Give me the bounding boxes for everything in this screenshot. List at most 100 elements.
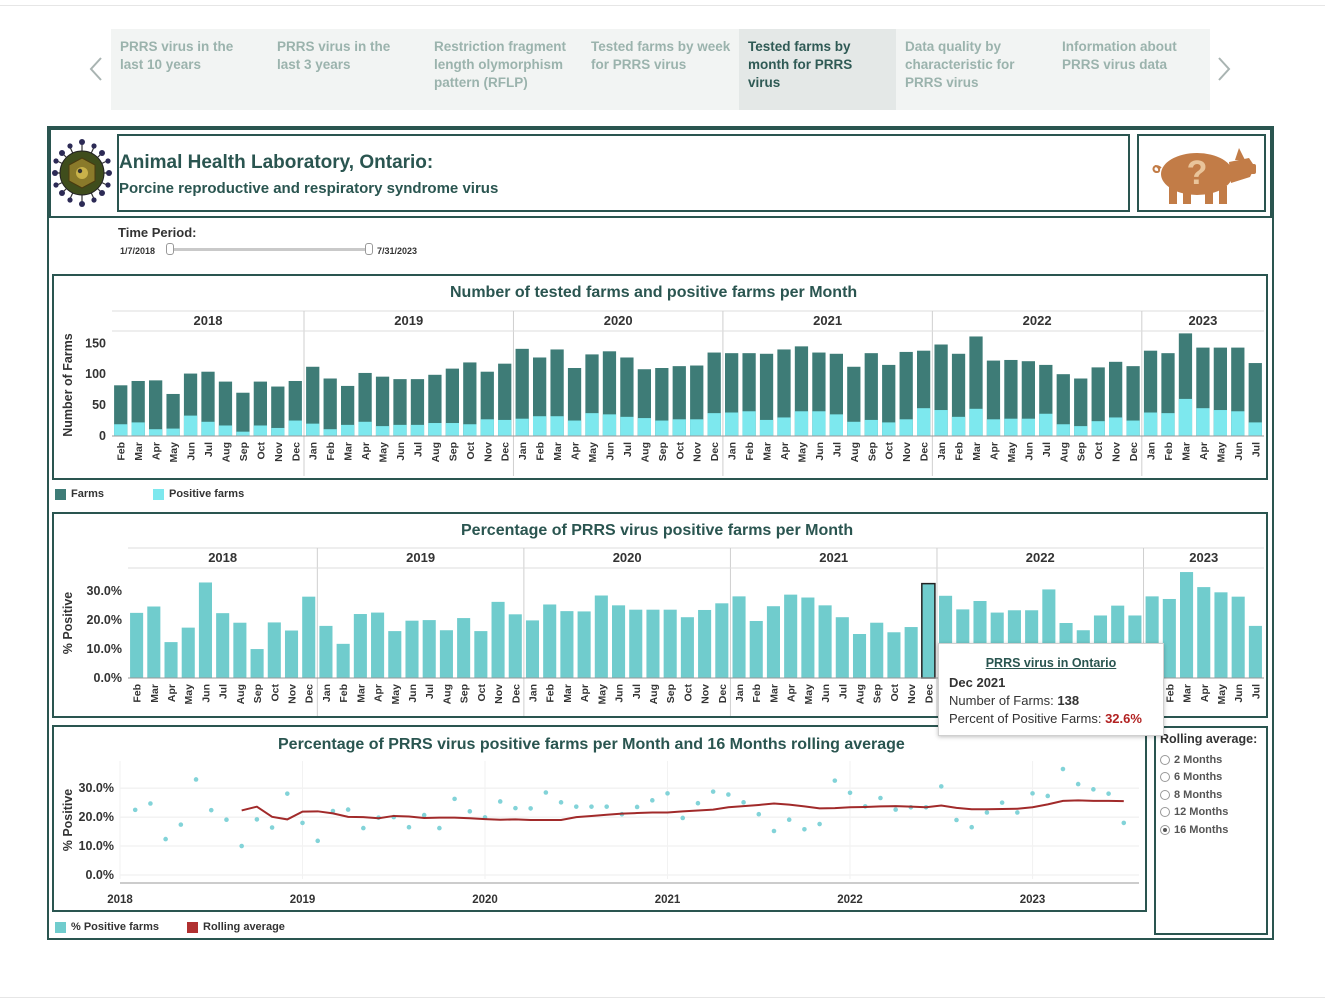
radio-icon[interactable] bbox=[1160, 772, 1170, 783]
rolling-option-8-months[interactable]: 8 Months bbox=[1160, 786, 1266, 804]
percent-bar bbox=[1231, 596, 1245, 678]
percent-positive-point bbox=[284, 791, 290, 796]
tooltip-title[interactable]: PRRS virus in Ontario bbox=[949, 656, 1153, 670]
tab-prrs-3-years[interactable]: PRRS virus in the last 3 years bbox=[268, 29, 425, 110]
positive-farms-bar bbox=[306, 423, 320, 436]
month-tick-label: Apr bbox=[360, 442, 372, 460]
percent-positive-point bbox=[239, 843, 244, 849]
positive-farms-bar bbox=[917, 408, 931, 436]
percent-positive-point bbox=[224, 817, 229, 823]
month-tick-label: Jun bbox=[1233, 442, 1245, 461]
month-tick-label: Apr bbox=[570, 442, 582, 460]
time-period-start-handle[interactable] bbox=[166, 243, 174, 255]
percent-bar bbox=[457, 618, 471, 678]
percent-bar bbox=[835, 617, 849, 678]
option-label: 2 Months bbox=[1174, 753, 1223, 766]
positive-farms-bar bbox=[882, 422, 896, 436]
time-period-end-handle[interactable] bbox=[365, 243, 373, 255]
percent-bar bbox=[336, 643, 350, 678]
percent-bar bbox=[887, 632, 901, 678]
percent-bar bbox=[164, 642, 178, 678]
y-tick-label: 50 bbox=[92, 398, 106, 412]
percent-bar bbox=[1162, 598, 1176, 678]
time-period-slider-track[interactable] bbox=[170, 248, 370, 251]
radio-icon[interactable] bbox=[1160, 807, 1170, 818]
y-tick-label: 30.0% bbox=[87, 584, 122, 598]
x-tick-label: 2021 bbox=[655, 894, 681, 906]
month-tick-label: May bbox=[1215, 442, 1227, 463]
percent-positive-point bbox=[665, 791, 670, 796]
month-tick-label: Mar bbox=[343, 442, 355, 461]
percent-bar bbox=[1197, 587, 1211, 678]
rolling-option-6-months[interactable]: 6 Months bbox=[1160, 769, 1266, 787]
percent-bar bbox=[198, 582, 212, 678]
percent-positive-point bbox=[741, 800, 746, 805]
month-tick-label: Jun bbox=[614, 684, 626, 703]
percent-positive-point bbox=[1106, 791, 1111, 796]
month-tick-label: Sep bbox=[665, 684, 677, 703]
percent-bar bbox=[646, 609, 660, 678]
month-tick-label: May bbox=[1006, 442, 1018, 463]
month-tick-label: Mar bbox=[133, 442, 145, 461]
percent-bar bbox=[284, 630, 299, 678]
tab-information[interactable]: Information about PRRS virus data bbox=[1053, 29, 1210, 110]
tabs-next-arrow-icon[interactable] bbox=[1212, 52, 1236, 86]
positive-farms-bar bbox=[236, 431, 250, 436]
option-label: 16 Months bbox=[1174, 823, 1229, 836]
month-tick-label: Sep bbox=[866, 442, 878, 461]
positive-farms-bar bbox=[1004, 418, 1018, 436]
month-tick-label: Feb bbox=[338, 684, 350, 703]
radio-icon[interactable] bbox=[1160, 789, 1170, 800]
tab-data-quality[interactable]: Data quality by characteristic for PRRS … bbox=[896, 29, 1053, 110]
positive-farms-bar bbox=[1039, 413, 1053, 436]
month-tick-label: Feb bbox=[744, 442, 756, 461]
tooltip-pct-row: Percent of Positive Farms: 32.6% bbox=[949, 710, 1153, 728]
positive-farms-bar bbox=[1213, 410, 1227, 436]
rolling-option-12-months[interactable]: 12 Months bbox=[1160, 804, 1266, 822]
tabs-prev-arrow-icon[interactable] bbox=[84, 52, 108, 86]
radio-icon[interactable] bbox=[1160, 754, 1170, 765]
month-tick-label: Aug bbox=[430, 442, 442, 462]
time-period-start: 1/7/2018 bbox=[120, 246, 156, 256]
y-tick-label: 100 bbox=[85, 367, 106, 381]
month-tick-label: Jun bbox=[200, 684, 212, 703]
month-tick-label: Feb bbox=[954, 442, 966, 461]
month-tick-label: May bbox=[796, 442, 808, 463]
percent-bar bbox=[302, 596, 316, 678]
tab-rflp[interactable]: Restriction fragment length olymorphism … bbox=[425, 29, 582, 110]
percent-bar bbox=[766, 606, 780, 678]
percent-bar bbox=[577, 611, 591, 678]
y-tick-label: 10.0% bbox=[79, 839, 114, 853]
month-tick-label: Jun bbox=[186, 442, 198, 461]
month-tick-label: Apr bbox=[1198, 442, 1210, 460]
percent-bar bbox=[594, 595, 608, 678]
positive-farms-bar bbox=[183, 415, 198, 436]
month-tick-label: Jul bbox=[837, 684, 849, 699]
legend-farms-swatch bbox=[55, 488, 66, 500]
tab-prrs-10-years[interactable]: PRRS virus in the last 10 years bbox=[111, 29, 268, 110]
tooltip-pct-label: Percent of Positive Farms: bbox=[949, 711, 1102, 726]
month-tick-label: Jan bbox=[1146, 442, 1158, 460]
percent-bar bbox=[852, 634, 867, 678]
rolling-option-16-months[interactable]: 16 Months bbox=[1160, 821, 1266, 839]
legend-pct-label: % Positive farms bbox=[71, 921, 160, 933]
tab-farms-by-month[interactable]: Tested farms by month for PRRS virus bbox=[739, 29, 896, 110]
positive-farms-bar bbox=[864, 419, 878, 436]
percent-positive-point bbox=[817, 821, 822, 827]
legend-rolling-average: Rolling average bbox=[187, 921, 285, 933]
radio-selected-icon[interactable] bbox=[1160, 824, 1170, 835]
legend-farms: Farms bbox=[55, 488, 104, 500]
rolling-option-2-months[interactable]: 2 Months bbox=[1160, 751, 1266, 769]
month-tick-label: Jun bbox=[604, 442, 616, 461]
percent-positive-point bbox=[163, 836, 168, 842]
positive-farms-bar bbox=[253, 425, 267, 436]
month-tick-label: Nov bbox=[700, 684, 712, 704]
month-tick-label: Oct bbox=[255, 442, 267, 460]
percent-positive-point bbox=[148, 801, 153, 806]
month-tick-label: Mar bbox=[355, 684, 367, 703]
tab-farms-by-week[interactable]: Tested farms by week for PRRS virus bbox=[582, 29, 739, 110]
percent-bar bbox=[233, 622, 247, 678]
tooltip-month: Dec 2021 bbox=[949, 675, 1006, 690]
percent-bar bbox=[439, 630, 453, 678]
tooltip-pct-value: 32.6% bbox=[1105, 711, 1142, 726]
